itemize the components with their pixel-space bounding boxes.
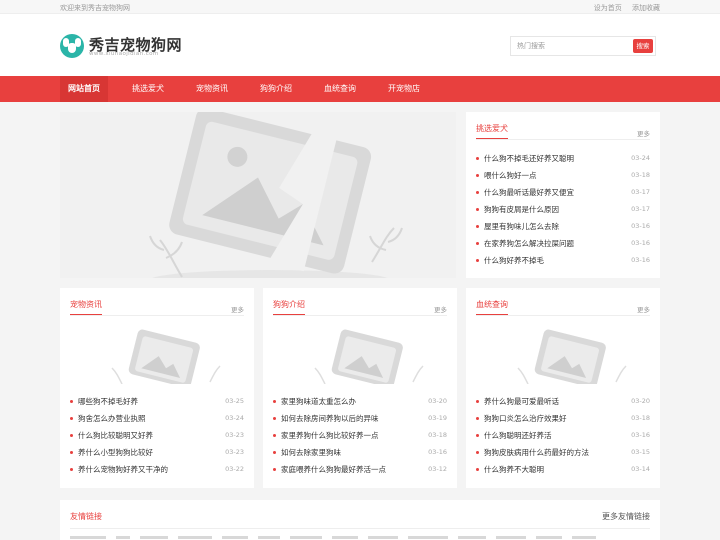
box-title[interactable]: 宠物资讯 xyxy=(70,299,102,316)
list-item[interactable]: 什么狗比较聪明又好养 03-23 xyxy=(70,427,244,444)
box-title[interactable]: 血统查询 xyxy=(476,299,508,316)
more-friend-links[interactable]: 更多友情链接 xyxy=(602,511,650,522)
thumbnail-image[interactable] xyxy=(273,316,447,384)
image-placeholder-icon xyxy=(60,112,456,278)
list-item[interactable]: 什么狗最听话最好养又便宜 03-17 xyxy=(476,184,650,201)
thumbnail-image[interactable] xyxy=(70,316,244,384)
thumbnail-image[interactable] xyxy=(476,316,650,384)
list-item[interactable]: 在家养狗怎么解决拉屎问题 03-16 xyxy=(476,235,650,252)
site-header: 秀吉宠物狗网 www.xiuhaojidian.com 搜索 xyxy=(0,14,720,76)
image-placeholder-icon xyxy=(70,316,244,384)
list-item[interactable]: 家里狗味道太重怎么办 03-20 xyxy=(273,393,447,410)
nav-item-home[interactable]: 网站首页 xyxy=(60,76,108,102)
list-item[interactable]: 什么狗聪明还好养活 03-16 xyxy=(476,427,650,444)
search-box: 搜索 xyxy=(510,36,656,56)
list-item[interactable]: 什么狗不掉毛还好养又聪明 03-24 xyxy=(476,150,650,167)
list-item[interactable]: 喂什么狗好一点 03-18 xyxy=(476,167,650,184)
list-item[interactable]: 养什么狗最可爱最听话 03-20 xyxy=(476,393,650,410)
search-button[interactable]: 搜索 xyxy=(633,39,653,53)
nav-item-pet-shop[interactable]: 开宠物店 xyxy=(378,76,430,102)
box-more-link[interactable]: 更多 xyxy=(637,304,650,314)
box-pedigree: 血统查询 更多 养什么狗最可爱最听话 03-20 狗狗口炎怎么治疗效果好 03-18… xyxy=(466,288,660,488)
box-title[interactable]: 狗狗介绍 xyxy=(273,299,305,316)
image-placeholder-icon xyxy=(273,316,447,384)
box-more-link[interactable]: 更多 xyxy=(434,304,447,314)
list-item[interactable]: 屋里有狗味儿怎么去除 03-16 xyxy=(476,218,650,235)
list-item[interactable]: 什么狗养不大聪明 03-14 xyxy=(476,461,650,478)
nav-item-pedigree[interactable]: 血统查询 xyxy=(314,76,366,102)
add-favorite-link[interactable]: 添加收藏 xyxy=(632,4,660,12)
side-box-more-link[interactable]: 更多 xyxy=(637,128,650,138)
search-input[interactable] xyxy=(511,37,633,55)
side-box-choose-dog: 挑选爱犬 更多 什么狗不掉毛还好养又聪明 03-24 喂什么狗好一点 03-18 什… xyxy=(466,112,660,278)
top-bar: 欢迎来到秀吉宠物狗网 设为首页 添加收藏 xyxy=(0,0,720,14)
box-pet-news: 宠物资讯 更多 哪些狗不掉毛好养 03-25 狗舍怎么办营业执照 03-24 什么狗… xyxy=(60,288,254,488)
list-item[interactable]: 狗狗皮肤病用什么药最好的方法 03-15 xyxy=(476,444,650,461)
box-list: 哪些狗不掉毛好养 03-25 狗舍怎么办营业执照 03-24 什么狗比较聪明又好养 0… xyxy=(70,393,244,478)
dog-logo-icon[interactable] xyxy=(60,34,84,58)
list-item[interactable]: 狗狗有皮屑是什么原因 03-17 xyxy=(476,201,650,218)
nav-item-dog-intro[interactable]: 狗狗介绍 xyxy=(250,76,302,102)
set-home-link[interactable]: 设为首页 xyxy=(594,4,622,12)
list-item[interactable]: 养什么小型狗狗比较好 03-23 xyxy=(70,444,244,461)
side-box-list: 什么狗不掉毛还好养又聪明 03-24 喂什么狗好一点 03-18 什么狗最听话最好养… xyxy=(476,150,650,269)
list-item[interactable]: 家庭喂养什么狗狗最好养活一点 03-12 xyxy=(273,461,447,478)
friend-links-box: 友情链接 更多友情链接 xyxy=(60,500,660,540)
main-nav: 网站首页 挑选爱犬 宠物资讯 狗狗介绍 血统查询 开宠物店 xyxy=(0,76,720,102)
list-item[interactable]: 如何去除家里狗味 03-16 xyxy=(273,444,447,461)
nav-item-pet-news[interactable]: 宠物资讯 xyxy=(186,76,238,102)
image-placeholder-icon xyxy=(476,316,650,384)
list-item[interactable]: 狗舍怎么办营业执照 03-24 xyxy=(70,410,244,427)
box-dog-intro: 狗狗介绍 更多 家里狗味道太重怎么办 03-20 如何去除房间养狗以后的异味 03-… xyxy=(263,288,457,488)
list-item[interactable]: 养什么宠物狗好养又干净的 03-22 xyxy=(70,461,244,478)
box-list: 家里狗味道太重怎么办 03-20 如何去除房间养狗以后的异味 03-19 家里养狗什… xyxy=(273,393,447,478)
friend-links-row xyxy=(70,534,650,540)
welcome-text: 欢迎来到秀吉宠物狗网 xyxy=(60,4,130,12)
list-item[interactable]: 如何去除房间养狗以后的异味 03-19 xyxy=(273,410,447,427)
nav-item-choose-dog[interactable]: 挑选爱犬 xyxy=(122,76,174,102)
box-more-link[interactable]: 更多 xyxy=(231,304,244,314)
side-box-title[interactable]: 挑选爱犬 xyxy=(476,123,508,140)
list-item[interactable]: 家里养狗什么狗比较好养一点 03-18 xyxy=(273,427,447,444)
list-item[interactable]: 狗狗口炎怎么治疗效果好 03-18 xyxy=(476,410,650,427)
top-links: 设为首页 添加收藏 xyxy=(586,3,660,13)
site-domain: www.xiuhaojidian.com xyxy=(89,51,159,57)
box-list: 养什么狗最可爱最听话 03-20 狗狗口炎怎么治疗效果好 03-18 什么狗聪明还好… xyxy=(476,393,650,478)
list-item[interactable]: 什么狗好养不掉毛 03-16 xyxy=(476,252,650,269)
banner-slideshow[interactable] xyxy=(60,112,456,278)
friend-links-title: 友情链接 xyxy=(70,512,102,521)
list-item[interactable]: 哪些狗不掉毛好养 03-25 xyxy=(70,393,244,410)
